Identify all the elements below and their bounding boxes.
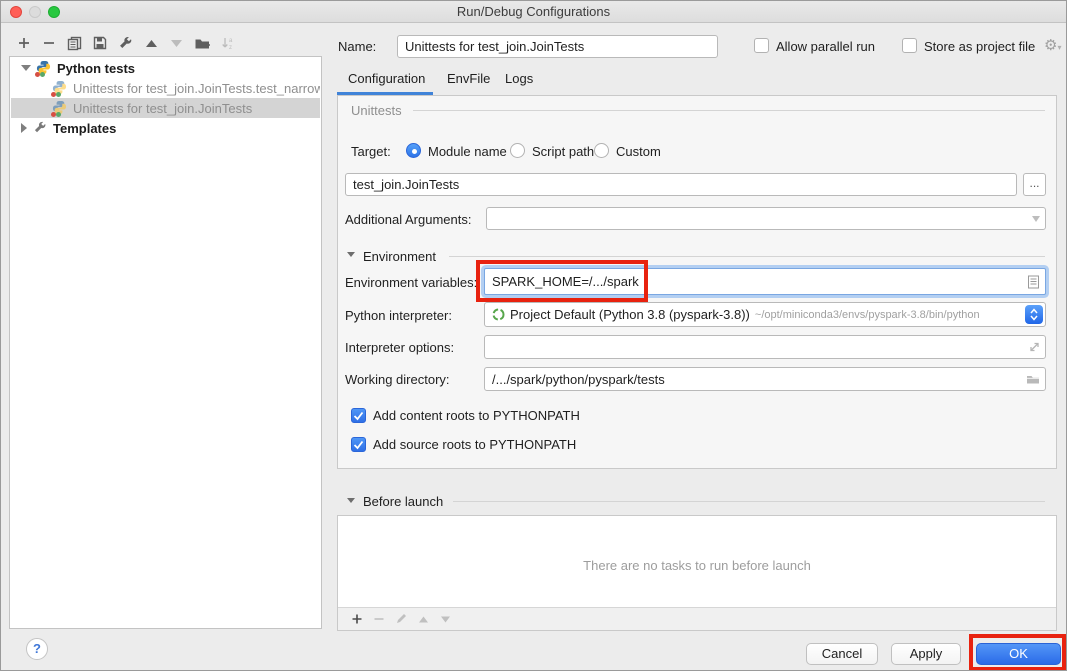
move-task-up-icon[interactable] [412, 611, 434, 627]
radio-custom[interactable] [594, 143, 609, 158]
python-test-config-icon [52, 100, 68, 116]
svg-text:a: a [229, 38, 233, 44]
edit-env-vars-list-icon[interactable] [1028, 275, 1039, 288]
radio-module-name-label: Module name [428, 144, 507, 159]
tree-group-templates[interactable]: Templates [11, 118, 320, 138]
edit-templates-wrench-icon[interactable] [115, 33, 135, 53]
svg-text:z: z [229, 45, 232, 50]
interpreter-options-input[interactable] [484, 335, 1046, 359]
working-directory-wrap [484, 367, 1046, 391]
cancel-button[interactable]: Cancel [806, 643, 878, 665]
python-interpreter-path: ~/opt/miniconda3/envs/pyspark-3.8/bin/py… [755, 309, 980, 321]
expand-arguments-caret-icon[interactable] [1032, 216, 1040, 222]
target-label: Target: [351, 144, 391, 159]
python-tests-icon [36, 60, 52, 76]
before-launch-empty-text: There are no tasks to run before launch [338, 558, 1056, 573]
tree-group-label: Python tests [57, 61, 135, 76]
tab-configuration[interactable]: Configuration [348, 71, 425, 91]
python-test-config-icon [52, 80, 68, 96]
add-icon[interactable] [14, 33, 34, 53]
allow-parallel-run-checkbox[interactable] [754, 38, 769, 53]
python-interpreter-value: Project Default (Python 3.8 (pyspark-3.8… [510, 307, 750, 322]
tree-item-label: Unittests for test_join.JoinTests.test_n… [73, 81, 320, 96]
unittests-group-title: Unittests [351, 103, 402, 118]
working-directory-input[interactable] [484, 367, 1046, 391]
name-input[interactable] [397, 35, 718, 58]
add-content-roots-label: Add content roots to PYTHONPATH [373, 408, 580, 423]
move-up-icon[interactable] [141, 33, 161, 53]
sort-alphabetically-icon[interactable]: az [218, 33, 238, 53]
additional-arguments-input[interactable] [486, 207, 1046, 230]
working-directory-label: Working directory: [345, 372, 450, 387]
add-source-roots-label: Add source roots to PYTHONPATH [373, 437, 576, 452]
before-launch-label: Before launch [363, 494, 443, 509]
tree-item-test-narrow[interactable]: Unittests for test_join.JoinTests.test_n… [11, 78, 320, 98]
radio-script-path-label: Script path [532, 144, 594, 159]
additional-arguments-wrap [486, 207, 1046, 230]
environment-variables-field[interactable]: SPARK_HOME=/.../spark [484, 268, 1046, 295]
tree-group-python-tests[interactable]: Python tests [11, 58, 320, 78]
python-interpreter-label: Python interpreter: [345, 308, 452, 323]
store-as-project-file-label: Store as project file [924, 39, 1035, 54]
python-interpreter-combobox[interactable]: Project Default (Python 3.8 (pyspark-3.8… [484, 302, 1046, 327]
new-folder-icon[interactable] [192, 33, 212, 53]
environment-variables-label: Environment variables: [345, 275, 477, 290]
store-as-project-file-checkbox[interactable] [902, 38, 917, 53]
before-launch-panel: There are no tasks to run before launch [337, 515, 1057, 631]
copy-icon[interactable] [64, 33, 84, 53]
add-task-icon[interactable] [346, 611, 368, 627]
name-label: Name: [338, 39, 376, 54]
expand-field-icon[interactable] [1029, 342, 1040, 353]
radio-custom-label: Custom [616, 144, 661, 159]
remove-task-icon[interactable] [368, 611, 390, 627]
interpreter-options-wrap [484, 335, 1046, 359]
radio-module-name[interactable] [406, 143, 421, 158]
run-debug-configurations-dialog: Run/Debug Configurations az Python tes [0, 0, 1067, 671]
apply-button[interactable]: Apply [891, 643, 961, 665]
environment-variables-value: SPARK_HOME=/.../spark [492, 274, 639, 289]
conda-env-icon [492, 308, 505, 321]
additional-arguments-label: Additional Arguments: [345, 212, 471, 227]
edit-task-pencil-icon[interactable] [390, 611, 412, 627]
add-source-roots-checkbox[interactable] [351, 437, 366, 452]
environment-section-caret-icon[interactable] [347, 252, 355, 257]
title-bar: Run/Debug Configurations [1, 1, 1066, 23]
folder-icon[interactable] [1026, 374, 1040, 385]
help-button[interactable]: ? [26, 638, 48, 660]
tree-item-jointests-selected[interactable]: Unittests for test_join.JoinTests [11, 98, 320, 118]
ok-button[interactable]: OK [976, 643, 1061, 665]
tree-item-label: Unittests for test_join.JoinTests [73, 101, 252, 116]
allow-parallel-run-label: Allow parallel run [776, 39, 875, 54]
before-launch-toolbar [338, 607, 1056, 630]
configurations-tree: Python tests Unittests for test_join.Joi… [9, 56, 322, 629]
tab-envfile[interactable]: EnvFile [447, 71, 490, 91]
add-content-roots-checkbox[interactable] [351, 408, 366, 423]
environment-section-label: Environment [363, 249, 436, 264]
gear-icon[interactable]: ⚙▾ [1044, 38, 1061, 53]
move-task-down-icon[interactable] [434, 611, 456, 627]
radio-script-path[interactable] [510, 143, 525, 158]
collapsed-caret-icon[interactable] [21, 123, 27, 133]
tab-logs[interactable]: Logs [505, 71, 533, 91]
target-module-input[interactable] [345, 173, 1017, 196]
combobox-arrows-icon[interactable] [1025, 305, 1043, 324]
before-launch-caret-icon[interactable] [347, 498, 355, 503]
browse-button[interactable]: ... [1023, 173, 1046, 196]
move-down-icon[interactable] [166, 33, 186, 53]
tree-group-label: Templates [53, 121, 116, 136]
expand-caret-icon[interactable] [21, 65, 31, 71]
templates-wrench-icon [32, 120, 48, 136]
window-title: Run/Debug Configurations [1, 4, 1066, 19]
interpreter-options-label: Interpreter options: [345, 340, 454, 355]
remove-icon[interactable] [39, 33, 59, 53]
save-icon[interactable] [90, 33, 110, 53]
